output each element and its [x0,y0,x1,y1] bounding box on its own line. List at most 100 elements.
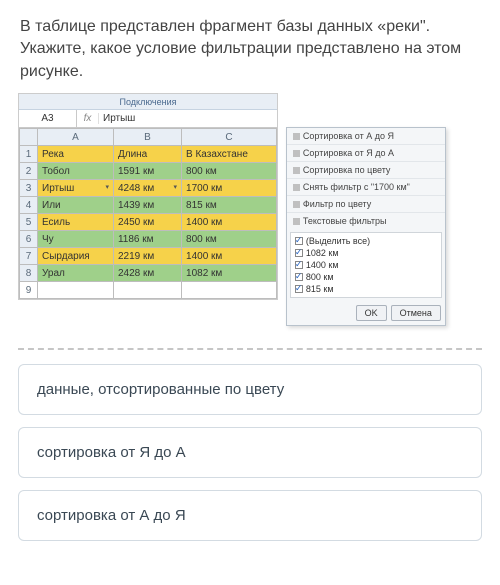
table-row: 1РекаДлинаВ Казахстане [20,146,277,163]
checkbox-icon[interactable] [295,237,303,245]
filter-menu-item[interactable]: Снять фильтр с "1700 км" [287,179,445,196]
answer-option[interactable]: сортировка от Я до А [18,427,482,478]
filter-check-row[interactable]: (Выделить все) [295,235,437,247]
table-row: 5Есиль2450 км1400 км [20,214,277,231]
cell[interactable]: 1439 км [113,197,181,214]
check-label: 800 км [306,272,334,282]
menu-item-label: Текстовые фильтры [303,216,387,226]
filter-menu-item[interactable]: Текстовые фильтры [287,213,445,229]
menu-icon [293,201,300,208]
row-number[interactable]: 7 [20,248,38,265]
menu-icon [293,150,300,157]
cell[interactable]: В Казахстане [182,146,277,163]
cell[interactable]: Есиль [38,214,114,231]
cell[interactable]: 800 км [182,163,277,180]
table-row: 9 [20,282,277,299]
menu-icon [293,184,300,191]
column-header[interactable]: A [38,129,114,146]
column-header[interactable]: C [182,129,277,146]
excel-window: Подключения A3 fx Иртыш ABC 1РекаДлинаВ … [18,93,278,300]
answer-option[interactable]: данные, отсортированные по цвету [18,364,482,415]
cell[interactable]: 1082 км [182,265,277,282]
cell[interactable]: Река [38,146,114,163]
cell[interactable]: 2450 км [113,214,181,231]
cell[interactable]: Или [38,197,114,214]
filter-check-row[interactable]: 1400 км [295,259,437,271]
filter-menu-item[interactable]: Сортировка от А до Я [287,128,445,145]
section-divider [18,348,482,350]
filter-menu-item[interactable]: Фильтр по цвету [287,196,445,213]
cell[interactable]: 1400 км [182,214,277,231]
menu-item-label: Сортировка от Я до А [303,148,394,158]
cell[interactable]: 800 км [182,231,277,248]
table-row: 3Иртыш▾4248 км▾1700 км [20,180,277,197]
column-header[interactable]: B [113,129,181,146]
screenshot-illustration: Подключения A3 fx Иртыш ABC 1РекаДлинаВ … [0,93,500,336]
cell[interactable]: Тобол [38,163,114,180]
question-text: В таблице представлен фрагмент базы данн… [0,0,500,93]
table-row: 4Или1439 км815 км [20,197,277,214]
cell[interactable]: 2219 км [113,248,181,265]
cell[interactable]: Чу [38,231,114,248]
filter-menu-item[interactable]: Сортировка по цвету [287,162,445,179]
checkbox-icon[interactable] [295,285,303,293]
menu-item-label: Снять фильтр с "1700 км" [303,182,410,192]
cell[interactable]: 4248 км▾ [113,180,181,197]
row-number[interactable]: 4 [20,197,38,214]
check-label: 1400 км [306,260,339,270]
cell[interactable]: Сырдария [38,248,114,265]
filter-menu-item[interactable]: Сортировка от Я до А [287,145,445,162]
filter-check-row[interactable]: 800 км [295,271,437,283]
answer-option[interactable]: сортировка от А до Я [18,490,482,541]
cell[interactable] [113,282,181,299]
filter-context-menu[interactable]: Сортировка от А до Я Сортировка от Я до А… [286,127,446,326]
name-box[interactable]: A3 [19,110,77,127]
row-number[interactable]: 6 [20,231,38,248]
menu-item-label: Сортировка от А до Я [303,131,394,141]
ribbon-section: Подключения [19,94,277,110]
spreadsheet-grid[interactable]: ABC 1РекаДлинаВ Казахстане2Тобол1591 км8… [19,128,277,299]
cell[interactable]: 1186 км [113,231,181,248]
cell[interactable]: 815 км [182,197,277,214]
table-row: 2Тобол1591 км800 км [20,163,277,180]
cancel-button[interactable]: Отмена [391,305,441,321]
column-header-row: ABC [20,129,277,146]
filter-dropdown-icon[interactable]: ▾ [105,183,109,191]
fx-icon[interactable]: fx [77,113,99,124]
check-label: 815 км [306,284,334,294]
row-number[interactable]: 5 [20,214,38,231]
row-number[interactable]: 1 [20,146,38,163]
table-row: 6Чу1186 км800 км [20,231,277,248]
filter-dropdown-icon[interactable]: ▾ [174,183,178,191]
filter-check-row[interactable]: 1082 км [295,247,437,259]
table-row: 7Сырдария2219 км1400 км [20,248,277,265]
row-number[interactable]: 9 [20,282,38,299]
cell[interactable]: 1400 км [182,248,277,265]
menu-icon [293,167,300,174]
check-label: (Выделить все) [306,236,370,246]
row-number[interactable]: 3 [20,180,38,197]
table-row: 8Урал2428 км1082 км [20,265,277,282]
cell[interactable]: Иртыш▾ [38,180,114,197]
cell[interactable]: Урал [38,265,114,282]
cell[interactable]: Длина [113,146,181,163]
filter-checklist[interactable]: (Выделить все) 1082 км 1400 км 800 км 815 км [290,232,442,298]
checkbox-icon[interactable] [295,249,303,257]
menu-icon [293,218,300,225]
cell[interactable]: 2428 км [113,265,181,282]
row-number[interactable]: 2 [20,163,38,180]
checkbox-icon[interactable] [295,273,303,281]
row-number[interactable]: 8 [20,265,38,282]
formula-bar[interactable]: Иртыш [99,113,277,124]
filter-check-row[interactable]: 815 км [295,283,437,295]
cell[interactable]: 1700 км [182,180,277,197]
checkbox-icon[interactable] [295,261,303,269]
menu-item-label: Сортировка по цвету [303,165,391,175]
cell[interactable] [182,282,277,299]
cell[interactable] [38,282,114,299]
cell[interactable]: 1591 км [113,163,181,180]
check-label: 1082 км [306,248,339,258]
ok-button[interactable]: OK [356,305,387,321]
corner-cell[interactable] [20,129,38,146]
menu-item-label: Фильтр по цвету [303,199,371,209]
